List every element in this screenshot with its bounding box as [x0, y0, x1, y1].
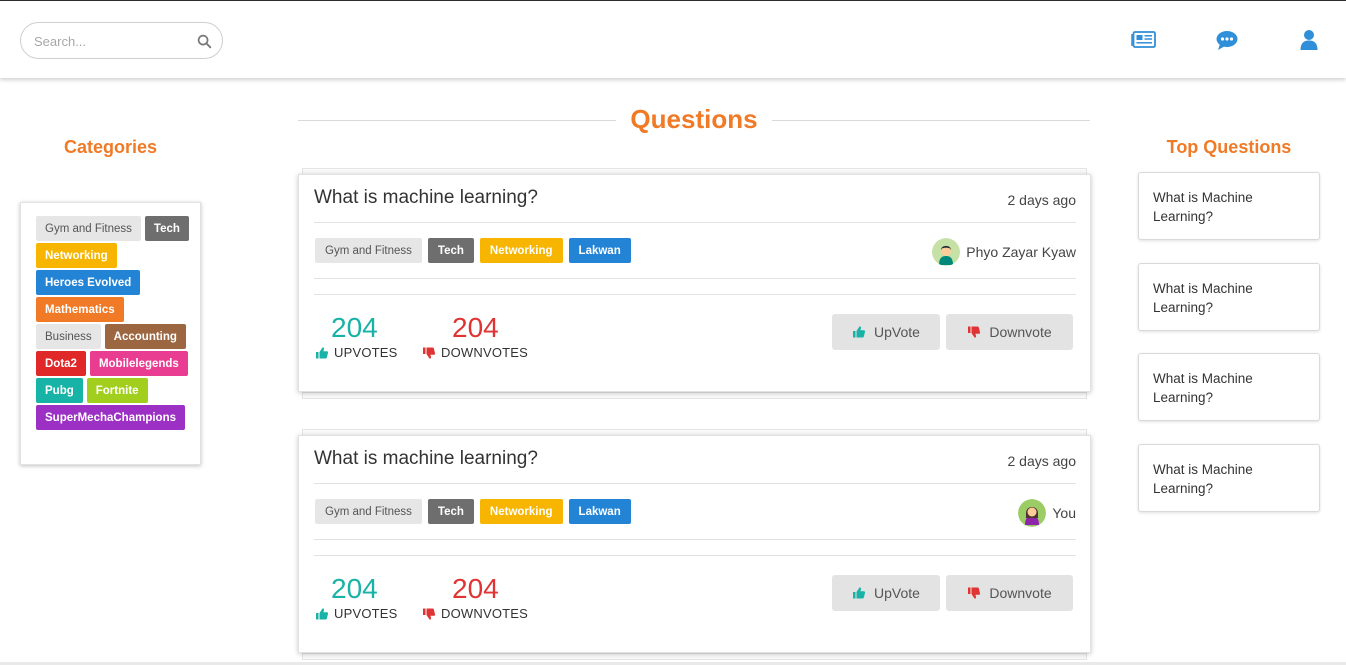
- card-divider: [314, 555, 1076, 556]
- question-time: 2 days ago: [1007, 192, 1077, 208]
- upvote-button-label: UpVote: [874, 585, 920, 601]
- category-chip[interactable]: Accounting: [104, 324, 186, 349]
- user-icon[interactable]: [1296, 29, 1322, 51]
- question-tag[interactable]: Tech: [427, 238, 474, 263]
- card-stack-bottom: [302, 653, 1087, 660]
- question-tag[interactable]: Gym and Fitness: [315, 238, 422, 263]
- category-chip[interactable]: Heroes Evolved: [36, 270, 141, 295]
- downvotes-label-text: DOWNVOTES: [441, 606, 529, 621]
- card-stack-bottom: [302, 392, 1087, 399]
- category-chip[interactable]: Networking: [36, 243, 117, 268]
- thumbs-up-icon: [316, 607, 329, 619]
- question-title[interactable]: What is machine learning?: [314, 187, 538, 209]
- upvote-button[interactable]: UpVote: [832, 314, 940, 350]
- top-question-item[interactable]: What is Machine Learning?: [1138, 263, 1320, 331]
- category-chip[interactable]: Mathematics: [36, 297, 124, 322]
- categories-panel: Gym and Fitness Tech Networking Heroes Evol…: [20, 202, 201, 465]
- thumbs-down-icon: [968, 326, 981, 338]
- category-chip[interactable]: Pubg: [36, 378, 83, 403]
- category-chip[interactable]: Tech: [144, 216, 189, 241]
- category-chip[interactable]: SuperMechaChampions: [36, 405, 185, 430]
- upvote-count: 204: [331, 573, 378, 604]
- downvote-count: 204: [452, 312, 499, 343]
- top-question-item[interactable]: What is Machine Learning?: [1138, 444, 1320, 512]
- top-navbar: [0, 0, 1346, 78]
- upvote-button[interactable]: UpVote: [832, 575, 940, 611]
- downvote-button[interactable]: Downvote: [946, 314, 1073, 350]
- card-divider: [314, 483, 1076, 484]
- newspaper-icon[interactable]: [1131, 29, 1157, 51]
- question-time: 2 days ago: [1007, 453, 1077, 469]
- search-icon[interactable]: [197, 34, 212, 49]
- category-chip[interactable]: Gym and Fitness: [36, 216, 141, 241]
- category-chip[interactable]: Mobilelegends: [89, 351, 188, 376]
- thumbs-up-icon: [853, 587, 866, 599]
- upvotes-label-text: UPVOTES: [334, 606, 398, 621]
- male-avatar-icon: [932, 238, 961, 266]
- categories-title: Categories: [63, 137, 158, 157]
- search-input[interactable]: [34, 32, 194, 50]
- question-card-body: What is machine learning? 2 days ago Gym a…: [298, 435, 1091, 653]
- question-tag[interactable]: Lakwan: [568, 238, 631, 263]
- thumbs-down-icon: [423, 608, 436, 620]
- downvote-button[interactable]: Downvote: [946, 575, 1073, 611]
- card-divider: [314, 294, 1076, 295]
- author-name[interactable]: You: [1052, 505, 1076, 521]
- downvote-button-label: Downvote: [989, 324, 1052, 340]
- question-card: What is machine learning? 2 days ago Gym a…: [298, 168, 1091, 399]
- category-chip-list: Gym and Fitness Tech Networking Heroes Evol…: [36, 216, 196, 432]
- thumbs-up-icon: [853, 326, 866, 338]
- downvotes-label-text: DOWNVOTES: [441, 345, 529, 360]
- search-box[interactable]: [20, 22, 223, 59]
- top-question-item[interactable]: What is Machine Learning?: [1138, 172, 1320, 240]
- downvotes-label: DOWNVOTES: [422, 345, 528, 360]
- category-chip[interactable]: Business: [36, 324, 101, 349]
- question-tag[interactable]: Networking: [479, 499, 563, 524]
- upvotes-label-text: UPVOTES: [334, 345, 398, 360]
- upvotes-label: UPVOTES: [315, 345, 398, 360]
- upvote-count: 204: [331, 312, 378, 343]
- question-author: Phyo Zayar Kyaw: [932, 238, 1076, 266]
- question-title[interactable]: What is machine learning?: [314, 448, 538, 470]
- upvotes-label: UPVOTES: [315, 606, 398, 621]
- card-divider: [314, 539, 1076, 540]
- top-questions-title: Top Questions: [1166, 137, 1292, 157]
- question-card: What is machine learning? 2 days ago Gym a…: [298, 429, 1091, 660]
- question-author: You: [1018, 499, 1076, 527]
- card-divider: [314, 278, 1076, 279]
- thumbs-up-icon: [316, 346, 329, 358]
- question-tags: Gym and Fitness Tech Networking Lakwan: [315, 238, 637, 263]
- thumbs-down-icon: [968, 587, 981, 599]
- question-card-body: What is machine learning? 2 days ago Gym a…: [298, 174, 1091, 392]
- downvotes-label: DOWNVOTES: [422, 606, 528, 621]
- thumbs-down-icon: [423, 347, 436, 359]
- question-tag[interactable]: Gym and Fitness: [315, 499, 422, 524]
- questions-title: Questions: [616, 104, 772, 134]
- author-name[interactable]: Phyo Zayar Kyaw: [966, 244, 1076, 260]
- question-tag[interactable]: Lakwan: [568, 499, 631, 524]
- top-question-item[interactable]: What is Machine Learning?: [1138, 353, 1320, 421]
- question-tag[interactable]: Networking: [479, 238, 563, 263]
- chat-icon[interactable]: [1214, 29, 1240, 51]
- downvote-count: 204: [452, 573, 499, 604]
- question-tag[interactable]: Tech: [427, 499, 474, 524]
- category-chip[interactable]: Fortnite: [86, 378, 148, 403]
- female-avatar-icon: [1018, 499, 1047, 527]
- card-divider: [314, 222, 1076, 223]
- downvote-button-label: Downvote: [989, 585, 1052, 601]
- questions-heading: Questions: [298, 100, 1090, 140]
- category-chip[interactable]: Dota2: [36, 351, 86, 376]
- upvote-button-label: UpVote: [874, 324, 920, 340]
- question-tags: Gym and Fitness Tech Networking Lakwan: [315, 499, 637, 524]
